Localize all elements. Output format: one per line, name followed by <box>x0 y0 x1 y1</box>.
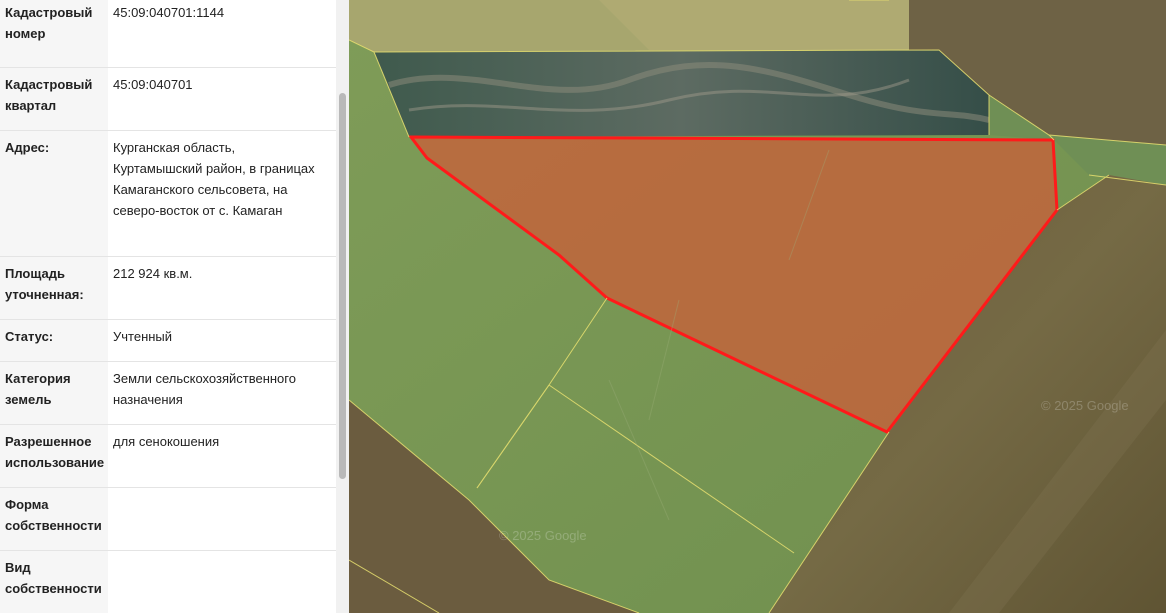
property-label: Кадастровый квартал <box>0 68 108 130</box>
property-row-cadastral-quarter: Кадастровый квартал 45:09:040701 <box>0 68 336 131</box>
property-row-ownership-type: Вид собственности <box>0 551 336 613</box>
map-attribution: © 2025 Google <box>499 528 587 543</box>
property-value: Земли сельскохозяйственного назначения <box>113 371 296 407</box>
parcel-info-panel: Кадастровый номер 45:09:040701:1144 Кадас… <box>0 0 336 613</box>
property-value: Учтенный <box>113 329 173 344</box>
property-value <box>108 551 336 613</box>
property-row-area: Площадь уточненная: 212 924 кв.м. <box>0 257 336 320</box>
cadastral-map-app: Кадастровый номер 45:09:040701:1144 Кадас… <box>0 0 1166 613</box>
property-row-status: Статус: Учтенный <box>0 320 336 362</box>
map-canvas[interactable] <box>349 0 1166 613</box>
parcel-properties-table: Кадастровый номер 45:09:040701:1144 Кадас… <box>0 0 336 613</box>
property-value: 45:09:040701:1144 <box>113 5 225 20</box>
property-label: Кадастровый номер <box>0 0 108 67</box>
property-row-permitted-use: Разрешенное использование для сенокошения <box>0 425 336 488</box>
satellite-map[interactable]: © 2025 Google © 2025 Google <box>349 0 1166 613</box>
panel-scrollbar-thumb[interactable] <box>339 93 346 479</box>
property-label: Форма собственности <box>0 488 108 550</box>
property-row-cadastral-number: Кадастровый номер 45:09:040701:1144 <box>0 0 336 68</box>
property-row-ownership-form: Форма собственности <box>0 488 336 551</box>
map-attribution: © 2025 Google <box>1041 398 1129 413</box>
river-valley <box>374 50 989 137</box>
property-label: Вид собственности <box>0 551 108 613</box>
property-row-land-category: Категория земель Земли сельскохозяйственн… <box>0 362 336 425</box>
property-value: 212 924 кв.м. <box>113 266 193 281</box>
property-label: Адрес: <box>0 131 108 256</box>
property-label: Категория земель <box>0 362 108 424</box>
property-label: Разрешенное использование <box>0 425 108 487</box>
property-value: Курганская область, Куртамышский район, … <box>113 140 315 218</box>
property-value: 45:09:040701 <box>113 77 193 92</box>
field-top-light <box>599 0 909 50</box>
property-row-address: Адрес: Курганская область, Куртамышский … <box>0 131 336 257</box>
property-label: Статус: <box>0 320 108 361</box>
property-value <box>108 488 336 550</box>
property-label: Площадь уточненная: <box>0 257 108 319</box>
property-value: для сенокошения <box>113 434 220 449</box>
